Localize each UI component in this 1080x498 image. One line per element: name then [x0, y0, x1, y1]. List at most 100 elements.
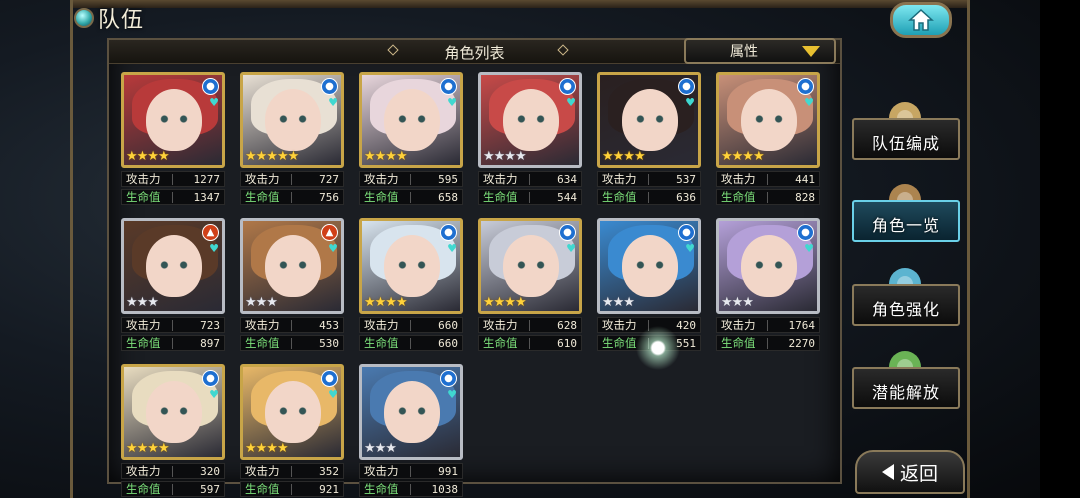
attribute-filter-dropdown[interactable]: 属性 — [684, 38, 836, 64]
hp-stat-value: 756 — [319, 190, 339, 204]
character-card[interactable]: ● ♥ ★★★ 攻击力 1764 生命值 2270 — [716, 218, 824, 351]
rarity-stars: ★★★ — [602, 295, 635, 310]
character-face — [622, 235, 678, 297]
screen-edge-bar — [1040, 0, 1080, 498]
character-portrait[interactable]: ● ♥ ★★★★ — [121, 72, 225, 168]
rarity-stars: ★★★★ — [483, 149, 527, 164]
character-card[interactable]: ● ♥ ★★★★ 攻击力 537 生命值 636 — [597, 72, 705, 205]
character-card[interactable]: ● ♥ ★★★★ 攻击力 441 生命值 828 — [716, 72, 824, 205]
character-portrait[interactable]: ● ♥ ★★★★ — [478, 72, 582, 168]
hp-stat-value: 1038 — [431, 482, 459, 496]
panel-header: 角色列表 属性 — [109, 38, 840, 64]
character-card[interactable]: ▲ ♥ ★★★ 攻击力 453 生命值 530 — [240, 218, 348, 351]
character-face — [265, 235, 321, 297]
rarity-stars: ★★★★ — [126, 149, 170, 164]
character-portrait[interactable]: ● ♥ ★★★★ — [478, 218, 582, 314]
attack-stat-label: 攻击力 — [721, 172, 756, 186]
attack-stat: 攻击力 660 — [359, 317, 463, 333]
hp-stat: 生命值 1038 — [359, 481, 463, 497]
attack-stat-value: 537 — [676, 172, 696, 186]
attack-stat-label: 攻击力 — [364, 172, 399, 186]
character-portrait[interactable]: ● ♥ ★★★★ — [716, 72, 820, 168]
hp-stat: 生命值 530 — [240, 335, 344, 351]
water-element-icon: ● — [440, 370, 457, 387]
character-card[interactable]: ● ♥ ★★★★ 攻击力 1277 生命值 1347 — [121, 72, 229, 205]
character-card[interactable]: ● ♥ ★★★★ 攻击力 595 生命值 658 — [359, 72, 467, 205]
heart-icon: ♥ — [566, 242, 576, 255]
rarity-stars: ★★★★ — [245, 441, 289, 456]
attack-stat-value: 727 — [319, 172, 339, 186]
water-element-icon: ● — [678, 78, 695, 95]
heart-icon: ♥ — [685, 242, 695, 255]
water-element-icon: ● — [678, 224, 695, 241]
attack-stat: 攻击力 441 — [716, 171, 820, 187]
attack-stat: 攻击力 595 — [359, 171, 463, 187]
fire-element-icon: ▲ — [202, 224, 219, 241]
attack-stat-label: 攻击力 — [602, 172, 637, 186]
character-portrait[interactable]: ● ♥ ★★★★ — [597, 72, 701, 168]
character-portrait[interactable]: ● ♥ ★★★★ — [121, 364, 225, 460]
character-portrait[interactable]: ● ♥ ★★★ — [359, 364, 463, 460]
side-menu-button[interactable]: 队伍编成 — [852, 118, 960, 160]
heart-icon: ♥ — [804, 242, 814, 255]
character-card[interactable]: ● ♥ ★★★★★ 攻击力 727 生命值 756 — [240, 72, 348, 205]
attack-stat-value: 660 — [438, 318, 458, 332]
heart-icon: ♥ — [328, 242, 338, 255]
character-portrait[interactable]: ● ♥ ★★★ — [716, 218, 820, 314]
character-card[interactable]: ▲ ♥ ★★★ 攻击力 723 生命值 897 — [121, 218, 229, 351]
character-card[interactable]: ● ♥ ★★★ 攻击力 991 生命值 1038 — [359, 364, 467, 497]
attack-stat-label: 攻击力 — [126, 318, 161, 332]
attack-stat: 攻击力 634 — [478, 171, 582, 187]
heart-icon: ♥ — [447, 388, 457, 401]
water-element-icon: ● — [202, 370, 219, 387]
rarity-stars: ★★★ — [126, 295, 159, 310]
character-portrait[interactable]: ● ♥ ★★★★ — [359, 218, 463, 314]
hp-stat: 生命值 828 — [716, 189, 820, 205]
hp-stat-value: 1347 — [193, 190, 221, 204]
screen-title: 队伍 — [74, 0, 144, 36]
character-portrait[interactable]: ● ♥ ★★★★★ — [240, 72, 344, 168]
side-menu-label: 角色强化 — [871, 300, 940, 319]
water-element-icon: ● — [440, 224, 457, 241]
character-portrait[interactable]: ● ♥ ★★★★ — [240, 364, 344, 460]
hp-stat-value: 597 — [200, 482, 220, 496]
hp-stat-value: 530 — [319, 336, 339, 350]
character-portrait[interactable]: ▲ ♥ ★★★ — [121, 218, 225, 314]
attack-stat-label: 攻击力 — [126, 464, 161, 478]
hp-stat-label: 生命值 — [126, 190, 161, 204]
attack-stat-value: 628 — [557, 318, 577, 332]
attack-stat-label: 攻击力 — [126, 172, 161, 186]
character-card[interactable]: ● ♥ ★★★★ 攻击力 634 生命值 544 — [478, 72, 586, 205]
character-portrait[interactable]: ▲ ♥ ★★★ — [240, 218, 344, 314]
hp-stat-label: 生命值 — [483, 336, 518, 350]
hp-stat-label: 生命值 — [602, 190, 637, 204]
attack-stat-value: 320 — [200, 464, 220, 478]
heart-icon: ♥ — [209, 388, 219, 401]
home-button[interactable] — [890, 2, 952, 38]
character-card[interactable]: ● ♥ ★★★★ 攻击力 628 生命值 610 — [478, 218, 586, 351]
water-element-icon: ● — [797, 224, 814, 241]
character-portrait[interactable]: ● ♥ ★★★ — [597, 218, 701, 314]
attack-stat-value: 352 — [319, 464, 339, 478]
character-card[interactable]: ● ♥ ★★★★ 攻击力 320 生命值 597 — [121, 364, 229, 497]
hp-stat-label: 生命值 — [245, 336, 280, 350]
water-element-icon: ● — [559, 224, 576, 241]
character-face — [384, 235, 440, 297]
attack-stat: 攻击力 1277 — [121, 171, 225, 187]
back-button[interactable]: 返回 — [855, 450, 965, 494]
character-card[interactable]: ● ♥ ★★★★ 攻击力 660 生命值 660 — [359, 218, 467, 351]
side-menu-button[interactable]: 角色强化 — [852, 284, 960, 326]
side-menu-button[interactable]: 潜能解放 — [852, 367, 960, 409]
character-card[interactable]: ● ♥ ★★★★ 攻击力 352 生命值 921 — [240, 364, 348, 497]
hp-stat-value: 828 — [795, 190, 815, 204]
character-portrait[interactable]: ● ♥ ★★★★ — [359, 72, 463, 168]
water-element-icon: ● — [440, 78, 457, 95]
hp-stat-label: 生命值 — [721, 336, 756, 350]
attack-stat-value: 441 — [795, 172, 815, 186]
hp-stat: 生命值 636 — [597, 189, 701, 205]
attack-stat-value: 991 — [438, 464, 458, 478]
attack-stat: 攻击力 1764 — [716, 317, 820, 333]
side-menu-button[interactable]: 角色一览 — [852, 200, 960, 242]
back-arrow-icon — [881, 464, 894, 480]
attack-stat-label: 攻击力 — [245, 464, 280, 478]
